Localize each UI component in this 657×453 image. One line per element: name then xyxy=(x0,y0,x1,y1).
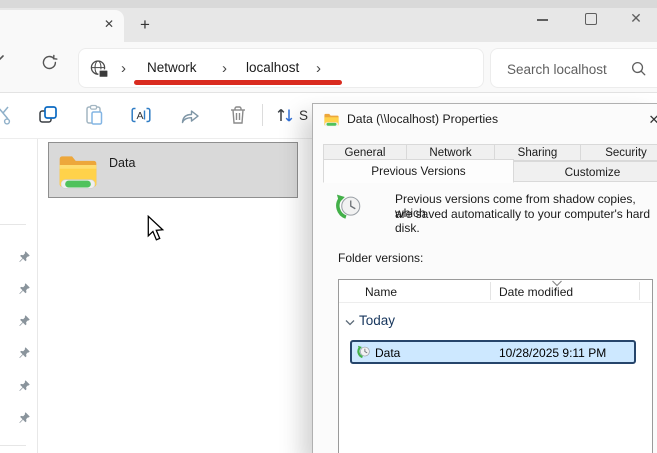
search-box[interactable] xyxy=(490,48,657,88)
pin-icon[interactable] xyxy=(18,282,31,295)
toolbar-separator xyxy=(262,104,263,126)
svg-text:A: A xyxy=(137,110,144,122)
folder-icon xyxy=(56,149,100,193)
pin-icon[interactable] xyxy=(18,250,31,263)
refresh-icon[interactable] xyxy=(40,53,59,72)
dialog-close-icon[interactable]: ✕ xyxy=(645,111,657,129)
close-button[interactable]: ✕ xyxy=(627,9,645,27)
sort-direction-icon xyxy=(551,279,563,288)
pin-icon[interactable] xyxy=(18,411,31,424)
folder-tile-label: Data xyxy=(109,156,135,170)
group-collapse-icon[interactable] xyxy=(344,317,356,329)
pin-icon[interactable] xyxy=(18,346,31,359)
delete-icon[interactable] xyxy=(227,104,249,126)
sidebar-separator xyxy=(0,445,26,446)
previous-versions-icon xyxy=(335,193,363,221)
dialog-title: Data (\\localhost) Properties xyxy=(347,112,498,126)
sidebar-divider xyxy=(37,139,38,453)
sidebar-separator xyxy=(0,224,26,225)
sort-button-label[interactable]: S xyxy=(299,108,308,123)
breadcrumb-chevron: › xyxy=(121,60,126,77)
paste-icon[interactable] xyxy=(83,104,105,126)
version-name: Data xyxy=(375,346,400,360)
header-underline xyxy=(339,302,652,303)
minimize-button[interactable] xyxy=(537,19,548,21)
copy-icon[interactable] xyxy=(37,104,59,126)
properties-dialog: Data (\\localhost) Properties ✕ General … xyxy=(312,103,657,453)
network-location-icon xyxy=(89,59,109,79)
tab-customize[interactable]: Customize xyxy=(513,161,657,182)
breadcrumb-localhost[interactable]: localhost xyxy=(246,60,299,75)
file-explorer-window: ✕ + ✕ › Network › localhost › xyxy=(0,0,657,453)
pin-icon[interactable] xyxy=(18,379,31,392)
sort-icon[interactable] xyxy=(275,105,295,125)
group-header-today[interactable]: Today xyxy=(359,313,395,328)
mouse-cursor xyxy=(147,215,165,242)
tab-previous-versions[interactable]: Previous Versions xyxy=(323,159,514,183)
divider xyxy=(0,92,657,93)
search-icon xyxy=(630,60,647,77)
folder-icon-small xyxy=(323,111,340,128)
folder-tile-data[interactable]: Data xyxy=(48,142,298,198)
version-date-modified: 10/28/2025 9:11 PM xyxy=(499,346,606,360)
column-header-name[interactable]: Name xyxy=(365,285,397,299)
search-input[interactable] xyxy=(505,49,629,89)
share-icon[interactable] xyxy=(179,104,201,126)
cut-icon[interactable] xyxy=(0,104,14,126)
pin-icon[interactable] xyxy=(18,314,31,327)
tab-security[interactable]: Security xyxy=(580,144,657,161)
column-divider[interactable] xyxy=(490,282,491,300)
rename-icon[interactable]: A xyxy=(130,104,152,126)
breadcrumb-network[interactable]: Network xyxy=(147,60,197,75)
annotation-red-underline xyxy=(134,80,342,85)
version-row-selected[interactable]: Data 10/28/2025 9:11 PM xyxy=(350,340,636,364)
breadcrumb-chevron[interactable]: › xyxy=(316,60,321,77)
breadcrumb-chevron: › xyxy=(222,60,227,77)
previous-version-item-icon xyxy=(357,345,371,359)
up-arrow-icon[interactable] xyxy=(0,53,10,69)
new-tab-button[interactable]: + xyxy=(134,14,156,36)
folder-versions-label: Folder versions: xyxy=(338,251,423,265)
tab-close-icon[interactable]: ✕ xyxy=(100,15,118,33)
column-divider[interactable] xyxy=(639,282,640,300)
folder-versions-list: Name Date modified Today Data 10/2 xyxy=(338,279,653,453)
description-line-2: are saved automatically to your computer… xyxy=(395,207,657,235)
window-top-edge xyxy=(0,0,657,8)
maximize-button[interactable] xyxy=(585,13,597,25)
